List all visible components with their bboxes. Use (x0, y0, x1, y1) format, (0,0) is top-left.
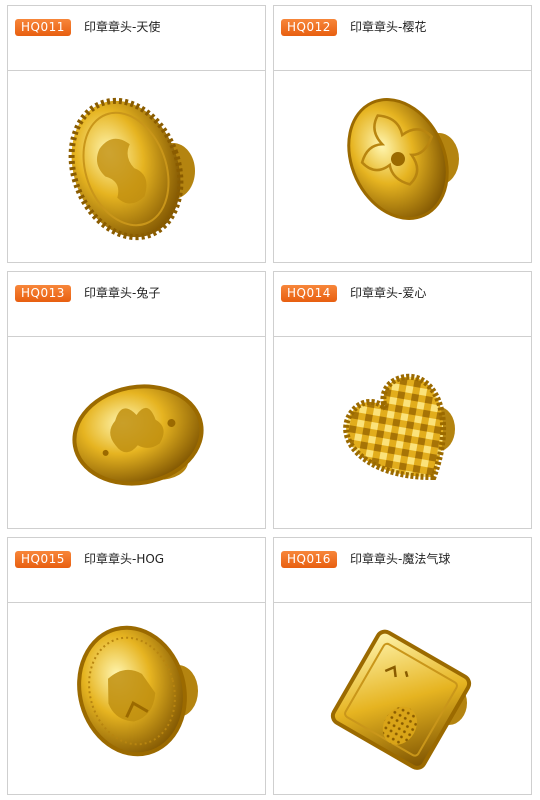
product-card[interactable]: HQ016 印章章头-魔法气球 (273, 537, 532, 795)
card-header: HQ016 印章章头-魔法气球 (274, 538, 531, 603)
product-code-badge: HQ011 (15, 19, 71, 36)
card-header: HQ013 印章章头-兔子 (8, 272, 265, 337)
product-card[interactable]: HQ013 印章章头-兔子 (7, 271, 266, 529)
product-code-badge: HQ015 (15, 551, 71, 568)
card-header: HQ015 印章章头-HOG (8, 538, 265, 603)
product-photo[interactable] (8, 337, 265, 528)
product-card[interactable]: HQ011 印章章头-天使 (7, 5, 266, 263)
magic-balloon-stamp-icon (330, 629, 472, 770)
rabbit-stamp-icon (72, 384, 204, 486)
product-photo[interactable] (274, 71, 531, 262)
product-card[interactable]: HQ014 印章章头-爱心 (273, 271, 532, 529)
angel-stamp-icon (68, 97, 195, 241)
product-grid: HQ011 印章章头-天使 HQ012 印章章头-樱花 HQ013 印章章头-兔… (0, 0, 540, 800)
product-code-badge: HQ016 (281, 551, 337, 568)
sakura-stamp-icon (347, 98, 459, 220)
card-header: HQ012 印章章头-樱花 (274, 6, 531, 71)
product-photo[interactable] (274, 337, 531, 528)
product-title[interactable]: 印章章头-樱花 (350, 19, 426, 36)
heart-stamp-icon (343, 373, 455, 481)
product-photo[interactable] (8, 603, 265, 794)
product-code-badge: HQ013 (15, 285, 71, 302)
product-card[interactable]: HQ015 印章章头-HOG (7, 537, 266, 795)
hog-stamp-icon (77, 625, 198, 757)
card-header: HQ014 印章章头-爱心 (274, 272, 531, 337)
product-code-badge: HQ012 (281, 19, 337, 36)
product-title[interactable]: 印章章头-爱心 (350, 285, 426, 302)
product-title[interactable]: 印章章头-兔子 (84, 285, 160, 302)
product-title[interactable]: 印章章头-魔法气球 (350, 551, 450, 568)
card-header: HQ011 印章章头-天使 (8, 6, 265, 71)
product-photo[interactable] (8, 71, 265, 262)
product-title[interactable]: 印章章头-天使 (84, 19, 160, 36)
product-title[interactable]: 印章章头-HOG (84, 551, 164, 568)
product-photo[interactable] (274, 603, 531, 794)
product-code-badge: HQ014 (281, 285, 337, 302)
product-card[interactable]: HQ012 印章章头-樱花 (273, 5, 532, 263)
